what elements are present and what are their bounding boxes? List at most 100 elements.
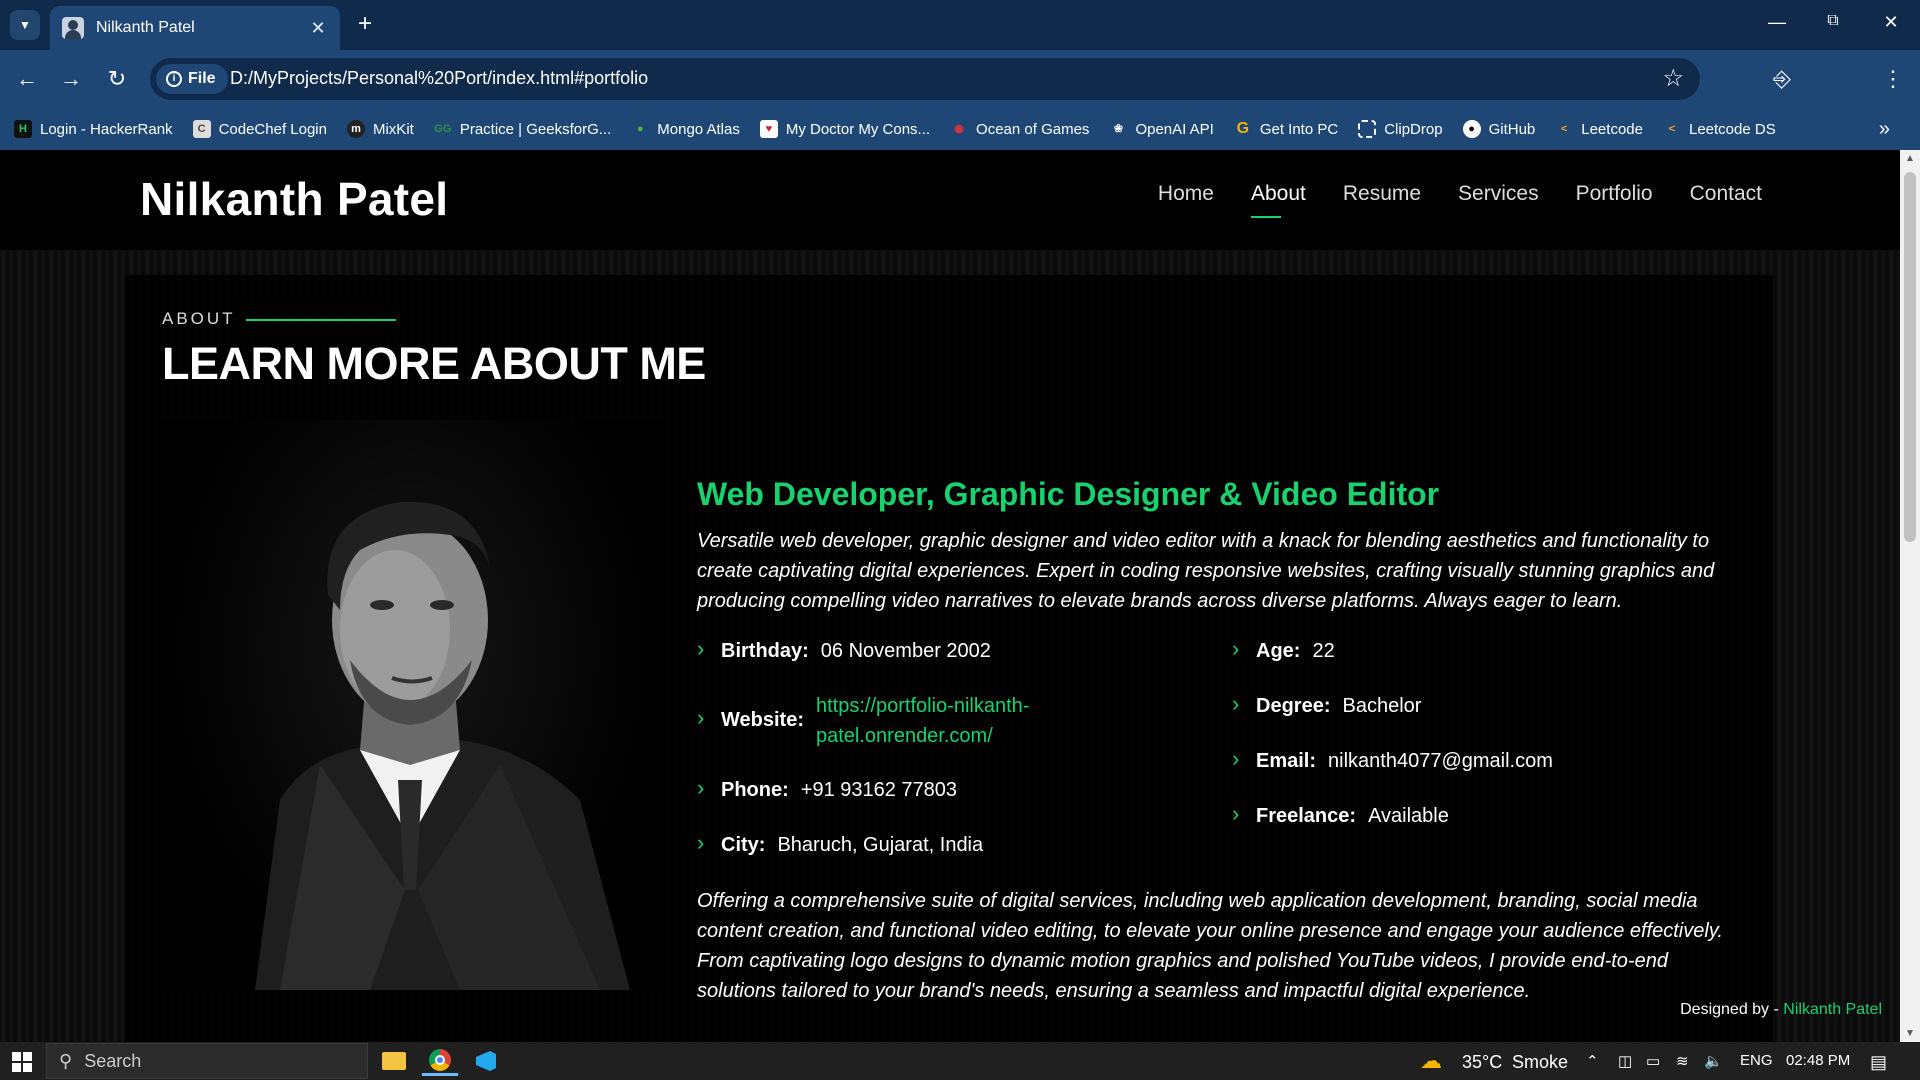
bookmark-label: Get Into PC	[1259, 120, 1339, 138]
weather-condition[interactable]: Smoke	[1512, 1052, 1568, 1073]
nav-portfolio[interactable]: Portfolio	[1576, 182, 1653, 214]
heart-icon: ♥	[759, 120, 778, 138]
bookmark-mongo-atlas[interactable]: ● Mongo Atlas	[631, 120, 740, 138]
speaker-muted-icon[interactable]: 🔈	[1704, 1052, 1723, 1070]
page-scrollbar[interactable]: ▲ ▼	[1900, 150, 1920, 1042]
battery-icon[interactable]: ▭	[1646, 1052, 1660, 1070]
detail-label: Age:	[1256, 640, 1301, 662]
mixkit-icon: m	[346, 120, 365, 138]
extensions-puzzle-icon[interactable]: ⎆	[1767, 64, 1797, 94]
detail-label: Website:	[721, 709, 804, 731]
scroll-down-arrow-icon[interactable]: ▼	[1900, 1028, 1920, 1039]
section-label-divider	[246, 319, 396, 321]
hackerrank-icon: H	[14, 120, 32, 138]
nav-contact[interactable]: Contact	[1690, 182, 1762, 214]
site-info-chip[interactable]: i File	[156, 64, 228, 94]
bookmark-label: CodeChef Login	[218, 120, 327, 138]
clipdrop-icon	[1358, 120, 1377, 138]
designer-credit: Designed by - Nilkanth Patel	[1680, 1001, 1882, 1019]
bookmark-hackerrank[interactable]: H Login - HackerRank	[14, 120, 173, 138]
wifi-icon[interactable]: ≋	[1676, 1052, 1689, 1070]
nav-about[interactable]: About	[1250, 182, 1306, 218]
scroll-up-arrow-icon[interactable]: ▲	[1900, 153, 1920, 164]
website-link[interactable]: https://portfolio-nilkanth-patel.onrende…	[816, 691, 1066, 751]
bookmark-my-doctor[interactable]: ♥ My Doctor My Cons...	[759, 120, 930, 138]
bookmark-leetcode[interactable]: < Leetcode	[1555, 120, 1643, 138]
device-icon[interactable]: ◫	[1618, 1052, 1632, 1070]
page-viewport: Nilkanth Patel Home About Resume Service…	[0, 150, 1900, 1042]
temperature[interactable]: 35°C	[1462, 1052, 1502, 1073]
address-bar[interactable]: i File D:/MyProjects/Personal%20Port/ind…	[150, 58, 1700, 100]
bookmark-label: Leetcode	[1581, 120, 1643, 138]
forward-icon[interactable]: →	[56, 64, 86, 94]
windows-taskbar: ⚲ Search ☁ 35°C Smoke ⌃ ◫ ▭ ≋ 🔈 ENG 02:4…	[0, 1042, 1920, 1080]
vscode-icon[interactable]	[468, 1046, 504, 1076]
site-logo[interactable]: Nilkanth Patel	[140, 172, 448, 226]
detail-label: Phone:	[721, 779, 789, 801]
tab-search-button[interactable]: ▼	[10, 10, 40, 40]
bookmark-mixkit[interactable]: m MixKit	[346, 120, 414, 138]
bookmark-label: Mongo Atlas	[657, 120, 740, 138]
bookmark-geeksforgeeks[interactable]: GG Practice | GeeksforG...	[434, 120, 611, 138]
minimize-icon[interactable]: —	[1762, 12, 1792, 33]
detail-website: › Website: https://portfolio-nilkanth-pa…	[697, 691, 1066, 751]
section-label: ABOUT	[162, 309, 236, 328]
bookmark-clipdrop[interactable]: ClipDrop	[1358, 120, 1443, 138]
window-close-icon[interactable]: ✕	[1876, 12, 1906, 33]
bookmark-get-into-pc[interactable]: G Get Into PC	[1234, 120, 1339, 138]
bookmark-star-icon[interactable]: ☆	[1662, 64, 1684, 93]
detail-age: › Age: 22	[1232, 636, 1335, 666]
nav-services[interactable]: Services	[1458, 182, 1539, 214]
close-tab-icon[interactable]: ✕	[308, 18, 328, 39]
nav-resume[interactable]: Resume	[1343, 182, 1421, 214]
bookmark-label: GitHub	[1488, 120, 1536, 138]
reload-icon[interactable]: ↻	[102, 64, 132, 94]
new-tab-button[interactable]: +	[352, 12, 378, 36]
restore-icon[interactable]: ⧉	[1818, 12, 1848, 30]
geeksforgeeks-icon: GG	[434, 123, 452, 135]
codechef-icon: C	[192, 120, 211, 138]
chevron-right-icon: ›	[697, 775, 705, 800]
nav-home[interactable]: Home	[1158, 182, 1214, 214]
menu-dots-icon[interactable]: ⋮	[1878, 64, 1908, 94]
more-bookmarks-icon[interactable]: »	[1879, 118, 1890, 141]
scrollbar-thumb[interactable]	[1904, 172, 1916, 542]
browser-tab[interactable]: Nilkanth Patel ✕	[50, 6, 340, 50]
clock[interactable]: 02:48 PM	[1786, 1052, 1850, 1069]
leetcode-icon: <	[1668, 123, 1676, 135]
bookmark-ocean-of-games[interactable]: ◉ Ocean of Games	[950, 120, 1089, 138]
credit-name-link[interactable]: Nilkanth Patel	[1783, 1001, 1882, 1018]
back-icon[interactable]: ←	[12, 64, 42, 94]
mongodb-icon: ●	[636, 123, 644, 135]
detail-label: Birthday:	[721, 640, 809, 662]
detail-freelance: › Freelance: Available	[1232, 801, 1449, 831]
chevron-down-icon: ▼	[19, 18, 31, 32]
bookmark-openai-api[interactable]: ❀ OpenAI API	[1109, 120, 1214, 138]
detail-value: 22	[1312, 640, 1335, 662]
bookmark-label: ClipDrop	[1384, 120, 1443, 138]
windows-start-icon[interactable]	[12, 1052, 32, 1072]
detail-value: 06 November 2002	[820, 640, 991, 662]
bookmark-github[interactable]: ● GitHub	[1462, 120, 1536, 138]
chevron-right-icon: ›	[697, 830, 705, 855]
detail-label: City:	[721, 834, 766, 856]
taskbar-search-placeholder: Search	[84, 1050, 142, 1071]
browser-toolbar: ← → ↻ i File D:/MyProjects/Personal%20Po…	[0, 50, 1920, 142]
chevron-up-icon[interactable]: ⌃	[1586, 1052, 1599, 1070]
bookmark-codechef[interactable]: C CodeChef Login	[192, 120, 327, 138]
detail-city: › City: Bharuch, Gujarat, India	[697, 830, 983, 860]
weather-icon[interactable]: ☁	[1420, 1048, 1442, 1074]
chrome-icon[interactable]	[422, 1046, 458, 1076]
chevron-right-icon: ›	[1232, 801, 1240, 826]
url-text[interactable]: D:/MyProjects/Personal%20Port/index.html…	[230, 68, 648, 89]
notifications-icon[interactable]: ▤	[1870, 1052, 1887, 1073]
site-nav: Home About Resume Services Portfolio Con…	[1158, 182, 1762, 218]
detail-label: Email:	[1256, 750, 1317, 772]
detail-value: +91 93162 77803	[800, 779, 958, 801]
file-explorer-icon[interactable]	[376, 1046, 412, 1076]
bookmark-leetcode-ds[interactable]: < Leetcode DS	[1663, 120, 1776, 138]
taskbar-search-box[interactable]: ⚲ Search	[46, 1043, 368, 1079]
getintopc-icon: G	[1236, 120, 1250, 137]
chevron-right-icon: ›	[697, 636, 705, 661]
language-indicator[interactable]: ENG	[1740, 1052, 1773, 1069]
